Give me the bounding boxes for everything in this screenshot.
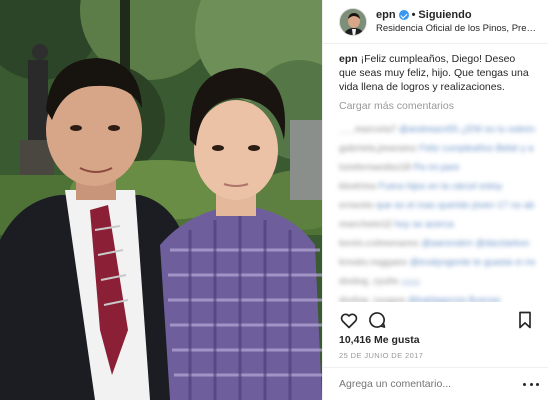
comment-item: gabriela.jmaramz Feliz cumpleaños Bebé y… — [339, 139, 535, 158]
comment-username[interactable]: marchelo12 — [339, 219, 392, 230]
comment-item: ernesto que es el mas querido jóven 17 n… — [339, 196, 535, 215]
photo-illustration — [0, 0, 322, 400]
header-text: epn • Siguiendo Residencia Oficial de lo… — [376, 9, 538, 34]
avatar[interactable] — [339, 7, 367, 36]
comment-list: ___marcela7 @andreazv55 ¿ENI es tu sobri… — [339, 120, 535, 302]
more-options-icon[interactable] — [523, 379, 539, 389]
comment-username[interactable]: kreato.reggaeo — [339, 257, 407, 268]
comment-username[interactable]: ernesto — [339, 200, 373, 211]
comment-item: ___marcela7 @andreazv55 ¿ENI es tu sobri… — [339, 120, 535, 139]
comment-username[interactable]: dodog_ryulis — [339, 276, 399, 287]
avatar-image-icon — [340, 8, 366, 35]
caption-text: ¡Feliz cumpleaños, Diego! Deseo que seas… — [339, 53, 529, 93]
comment-username[interactable]: ___marcela7 — [339, 124, 396, 135]
comment-item: luisfernandez18 Pa mi pare — [339, 158, 535, 177]
caption-username[interactable]: epn — [339, 53, 358, 65]
post-photo[interactable] — [0, 0, 322, 400]
heart-icon[interactable] — [339, 310, 359, 330]
post-header: epn • Siguiendo Residencia Oficial de lo… — [323, 0, 548, 44]
bookmark-icon[interactable] — [515, 310, 535, 330]
post-side-panel: epn • Siguiendo Residencia Oficial de lo… — [322, 0, 548, 400]
comment-input[interactable] — [339, 378, 523, 390]
comment-text: hoy se acerca — [394, 219, 454, 230]
comment-item: kevin.colmenares @aaronskm @darzlarkon — [339, 234, 535, 253]
comment-text: @aaronskm @darzlarkon — [421, 238, 530, 249]
action-bar — [339, 310, 535, 330]
comment-item: kkotrina Fuera hijos en la cárcel estoy — [339, 177, 535, 196]
verified-badge-icon — [398, 10, 409, 20]
comment-item: kreato.reggaeo @evalyngonte te guasta si… — [339, 253, 535, 272]
comment-username[interactable]: kkotrina — [339, 181, 376, 192]
likes-count[interactable]: 10,416 Me gusta — [339, 334, 420, 346]
comment-item: dodog_ryugoa @kaldagorsia Buenas — [339, 291, 535, 302]
comment-text: Fuera hijos en la cárcel estoy — [378, 181, 503, 192]
comment-item: dodog_ryulis ¡¡¡¡¡¡ — [339, 272, 535, 291]
comment-bubble-icon[interactable] — [367, 310, 387, 330]
comment-text: @kaldagorsia Buenas — [407, 295, 501, 302]
comments-section: epn ¡Feliz cumpleaños, Diego! Deseo que … — [323, 52, 548, 302]
comment-username[interactable]: kevin.colmenares — [339, 238, 419, 249]
more-dot — [523, 382, 526, 386]
post-caption: epn ¡Feliz cumpleaños, Diego! Deseo que … — [339, 52, 535, 94]
comment-text: @andreazv55 ¿ENI es tu sobrino? ¿¿¿¿¿¿ — [398, 124, 535, 135]
load-more-comments-button[interactable]: Cargar más comentarios — [339, 100, 535, 112]
comment-username[interactable]: gabriela.jmaramz — [339, 143, 417, 154]
comment-text: que es el mas querido jóven 17 no abraza… — [375, 200, 535, 211]
header-username[interactable]: epn — [376, 9, 396, 21]
comment-username[interactable]: dodog_ryugoa — [339, 295, 405, 302]
header-separator: • — [411, 9, 416, 21]
add-comment-bar — [323, 367, 548, 400]
header-line: epn • Siguiendo — [376, 9, 538, 21]
more-dot — [529, 382, 533, 386]
comment-text: @evalyngonte te guasta si me mandas a mi — [409, 257, 535, 268]
comment-text: ¡¡¡¡¡¡ — [401, 276, 421, 287]
comment-item: marchelo12 hoy se acerca — [339, 215, 535, 234]
comment-text: Feliz cumpleaños Bebé y a mi chico lindo… — [419, 143, 535, 154]
location-link[interactable]: Residencia Oficial de los Pinos, Preside… — [376, 23, 538, 34]
more-dot — [536, 382, 539, 386]
comment-username[interactable]: luisfernandez18 — [339, 162, 411, 173]
post-date: 25 DE JUNIO DE 2017 — [339, 351, 424, 360]
following-button[interactable]: Siguiendo — [418, 9, 471, 21]
comment-text: Pa mi pare — [413, 162, 460, 173]
